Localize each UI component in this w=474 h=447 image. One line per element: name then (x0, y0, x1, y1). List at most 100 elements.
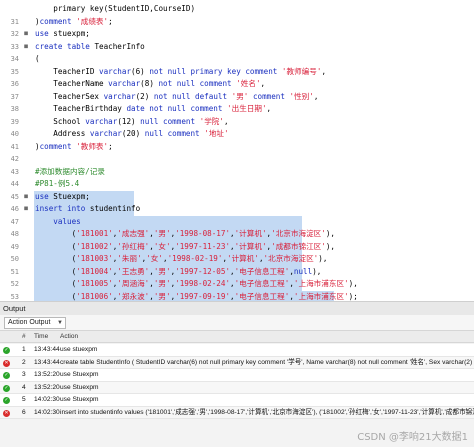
code-token: (2) (135, 91, 154, 101)
code-token: '男' (153, 291, 171, 301)
code-token: '181002' (76, 241, 113, 251)
code-line: 39 School varchar(12) null comment '学院', (0, 116, 474, 129)
code-token: '计算机' (234, 241, 267, 251)
code-token: ( (35, 229, 77, 238)
code-token: values (35, 216, 81, 226)
code-token: TeacherName (35, 79, 109, 88)
code-token: , (321, 66, 327, 76)
statement-marker-icon: ■ (24, 205, 28, 212)
code-text: ('181001','成志强','男','1998-08-17','计算机','… (35, 228, 335, 241)
code-line: 40 Address varchar(20) null comment '地址' (0, 128, 474, 141)
code-token: studentinfo (85, 204, 141, 213)
code-line: 41)comment '教师表'; (0, 141, 474, 154)
code-token: '计算机' (227, 254, 259, 263)
code-token: '男' (227, 91, 253, 101)
code-text: #P81-例5.4 (35, 178, 79, 191)
line-number: 46 (10, 205, 19, 213)
sql-editor[interactable]: primary key(StudentID,CourseID) 31)commen… (0, 0, 474, 301)
code-token: ( (35, 291, 77, 301)
code-token: '成都市锦江区' (271, 241, 326, 251)
code-token: TeacherID (35, 66, 100, 76)
code-token: ; (108, 16, 113, 26)
code-token: (6) (131, 66, 150, 76)
code-token: ( (35, 54, 40, 63)
output-row[interactable]: ✓ 3 13:52:20 use Stuexpm (0, 369, 474, 382)
code-token: TeacherSex (35, 91, 104, 101)
code-token: date not null comment (126, 104, 223, 113)
code-token: '1998-08-17' (175, 229, 231, 238)
output-row[interactable]: ✕ 6 14:02:30 insert into studentinfo values… (0, 406, 474, 419)
code-line: 49 ('181002','孙红梅','女','1997-11-23','计算机… (0, 240, 474, 253)
output-row[interactable]: ✓ 1 13:43:44 use stuexpm (0, 344, 474, 357)
output-row[interactable]: ✓ 5 14:02:30 use Stuexpm (0, 394, 474, 407)
header-num[interactable]: # (22, 331, 26, 343)
success-check-icon: ✓ (3, 384, 10, 392)
code-line: 48 ('181001','成志强','男','1998-08-17','计算机… (0, 228, 474, 241)
error-x-icon: ✕ (3, 409, 10, 417)
code-token: , (266, 104, 272, 113)
code-token: #P81-例5.4 (35, 179, 80, 188)
code-token: not null primary key comment (149, 66, 278, 76)
code-text: School varchar(12) null comment '学院', (35, 116, 229, 129)
code-text: ('181004','王志勇','男','1997-12-05','电子信息工程… (35, 266, 322, 279)
code-token: Stuexpm; (48, 191, 90, 201)
code-line: 36 TeacherName varchar(8) not null comme… (0, 78, 474, 91)
statement-marker-icon: ■ (24, 42, 28, 50)
code-token: varchar (103, 91, 136, 101)
code-line: 43 #添加数据内容/记录 (0, 166, 474, 179)
code-token: ); (348, 291, 358, 301)
code-token: '成绩表' (71, 16, 109, 26)
code-token: not null default (153, 91, 228, 101)
line-number: 40 (10, 130, 19, 138)
line-number: 36 (10, 80, 19, 88)
code-token: '181005' (76, 279, 113, 288)
code-token: varchar (89, 129, 122, 138)
code-line: primary key(StudentID,CourseID) (0, 3, 474, 16)
output-row[interactable]: ✕ 2 13:43:44 create table StudentInfo ( Stu… (0, 356, 474, 369)
output-cell-num: 6 (22, 408, 26, 416)
code-token: '男' (153, 266, 171, 276)
output-panel: Output Action Output ▼ # Time Action ✓ 1 1… (0, 301, 474, 447)
code-token: create table (35, 41, 90, 51)
code-token: '朱丽' (117, 254, 142, 263)
code-text: ( (35, 53, 40, 66)
code-token: '王志勇' (117, 266, 150, 276)
output-type-select[interactable]: Action Output ▼ (4, 317, 66, 329)
code-line: 32 ■ use stuexpm; (0, 28, 474, 41)
code-token: ), (325, 229, 335, 238)
code-line: 46 ■ insert into studentinfo (0, 203, 474, 216)
statement-marker-icon: ■ (24, 192, 28, 200)
output-row[interactable]: ✓ 4 13:52:20 use Stuexpm (0, 381, 474, 394)
output-cell-num: 4 (22, 383, 26, 391)
code-text: )comment '教师表'; (35, 141, 113, 154)
code-token: comment (39, 141, 72, 151)
code-token: varchar (85, 116, 118, 126)
line-number: 49 (10, 242, 19, 251)
header-time[interactable]: Time (34, 331, 48, 343)
line-number: 48 (10, 230, 19, 238)
error-x-icon: ✕ (3, 359, 10, 367)
code-text: ('181005','周涵海','男','1998-02-24','电子信息工程… (35, 278, 358, 291)
line-number: 31 (10, 17, 19, 26)
code-token: '上海市浦东区' (293, 279, 349, 288)
header-action[interactable]: Action (60, 331, 78, 343)
code-token: '计算机' (234, 229, 267, 238)
code-token: comment (39, 16, 72, 26)
code-token: '出生日期' (222, 104, 267, 113)
output-cell-time: 13:52:20 (34, 371, 60, 378)
line-number: 37 (10, 92, 19, 101)
code-token: '孙红梅' (117, 241, 150, 251)
line-number: 45 (10, 192, 19, 201)
success-check-icon: ✓ (3, 347, 10, 354)
code-token: '地址' (199, 129, 229, 138)
code-token: , (223, 116, 229, 126)
code-token: '男' (153, 229, 171, 238)
output-cell-action: use Stuexpm (60, 383, 99, 391)
code-token: '181001' (76, 229, 113, 238)
code-token: #添加数据内容/记录 (35, 166, 105, 176)
code-line: 31)comment '成绩表'; (0, 16, 474, 29)
code-token: ), (348, 279, 358, 288)
watermark: CSDN @李响21大数据1 (357, 432, 468, 443)
code-token: not null comment (158, 79, 232, 88)
line-number: 43 (10, 167, 19, 176)
